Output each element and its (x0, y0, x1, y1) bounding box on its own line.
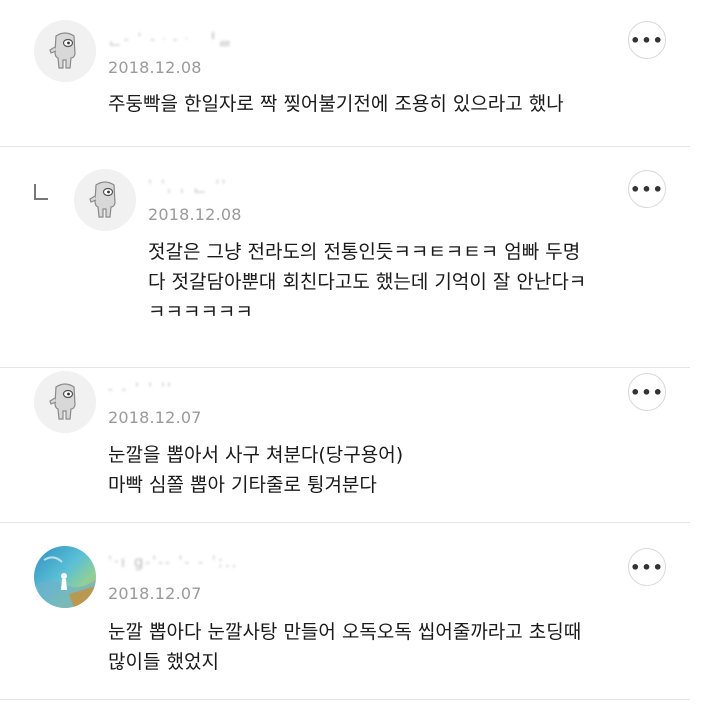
avatar[interactable] (34, 546, 96, 608)
comment-item: ˗ ˗ ˈ ˈ ˈˈ 2018.12.07 눈깔을 뽑아서 사구 쳐분다(당구용… (0, 368, 708, 522)
default-profile-character-icon (74, 169, 136, 231)
reply-indent-icon (34, 184, 48, 200)
comment-item: ˈ·ı g˗ˈ˗˗ ˈ˗ ˗ ˈ:.. 2018.12.07 눈깔 뽑아다 눈깔… (0, 523, 708, 699)
comment-date: 2018.12.07 (108, 584, 202, 603)
more-options-icon: ••• (630, 30, 664, 50)
comment-text: 눈깔 뽑아다 눈깔사탕 만들어 오독오독 씹어줄까라고 초딩때 많이들 했었지 (108, 621, 582, 673)
comment-date: 2018.12.07 (108, 408, 202, 427)
comment-text: 눈깔을 뽑아서 사구 쳐분다(당구용어) 마빡 심쫄 뽑아 기타줄로 튕겨분다 (108, 444, 404, 496)
more-options-button[interactable]: ••• (628, 21, 666, 59)
comment-list: ᆫ˗ ˈ ˗ᆞ˗ᆞ ᅥᆯ 2018.12.08 주둥빡을 한일자로 짝 찢어불기… (0, 0, 708, 713)
username[interactable]: ˈ·ı g˗ˈ˗˗ ˈ˗ ˗ ˈ:.. (108, 553, 238, 571)
avatar[interactable] (34, 20, 96, 82)
more-options-icon: ••• (630, 557, 664, 577)
watercolor-photo-avatar (34, 546, 96, 608)
comment-text: 주둥빡을 한일자로 짝 찢어불기전에 조용히 있으라고 했나 (108, 93, 564, 115)
more-options-button[interactable]: ••• (628, 548, 666, 586)
divider (0, 699, 690, 700)
username[interactable]: ˈ ˈˌ ˌ ᆫ ˈˈ (148, 175, 228, 196)
default-profile-character-icon (34, 20, 96, 82)
more-options-icon: ••• (630, 382, 664, 402)
more-options-button[interactable]: ••• (628, 170, 666, 208)
comment-date: 2018.12.08 (108, 58, 202, 77)
reply-comment-item: ˈ ˈˌ ˌ ᆫ ˈˈ 2018.12.08 젓갈은 그냥 전라도의 전통인듯ㅋ… (0, 147, 708, 367)
avatar[interactable] (74, 169, 136, 231)
comment-item: ᆫ˗ ˈ ˗ᆞ˗ᆞ ᅥᆯ 2018.12.08 주둥빡을 한일자로 짝 찢어불기… (0, 0, 708, 146)
default-profile-character-icon (34, 371, 96, 433)
comment-date: 2018.12.08 (148, 205, 242, 224)
more-options-icon: ••• (630, 179, 664, 199)
more-options-button[interactable]: ••• (628, 373, 666, 411)
avatar[interactable] (34, 371, 96, 433)
username[interactable]: ᆫ˗ ˈ ˗ᆞ˗ᆞ ᅥᆯ (108, 28, 234, 49)
username[interactable]: ˗ ˗ ˈ ˈ ˈˈ (108, 380, 173, 398)
comment-text: 젓갈은 그냥 전라도의 전통인듯ㅋㅋㅌㅋㅌㅋ 엄빠 두명 다 젓갈담아뿐대 회친… (148, 241, 587, 323)
